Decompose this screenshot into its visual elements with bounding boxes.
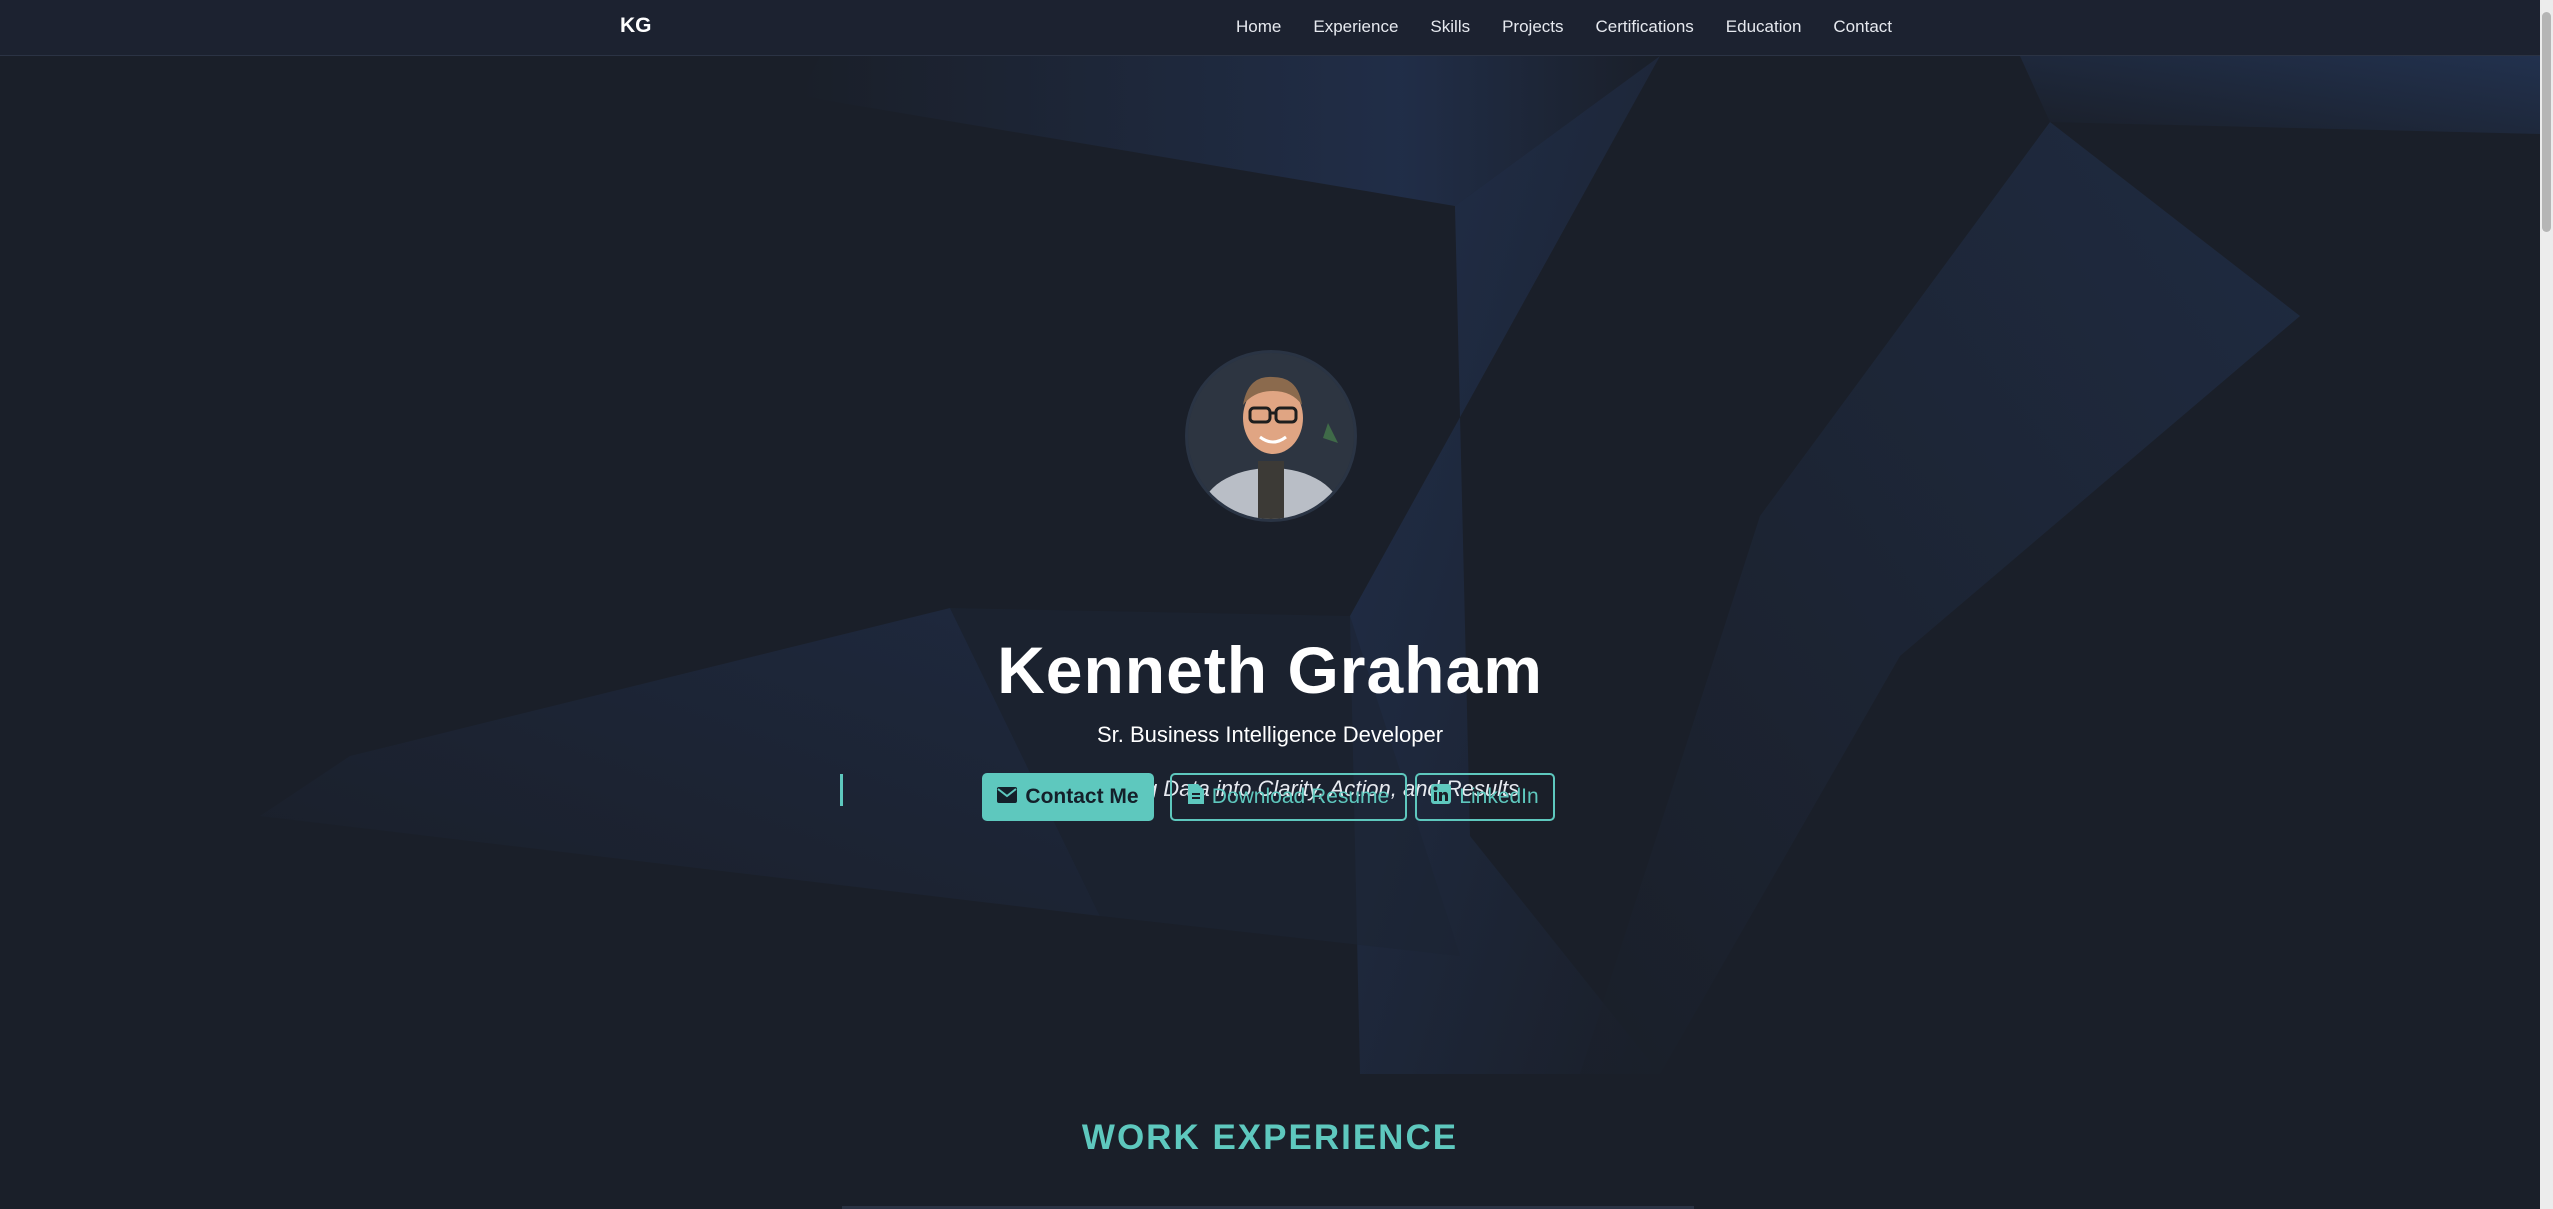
linkedin-button[interactable]: LinkedIn (1415, 773, 1555, 821)
nav-link-certifications[interactable]: Certifications (1596, 17, 1694, 37)
nav-link-contact[interactable]: Contact (1833, 17, 1892, 37)
nav-link-projects[interactable]: Projects (1502, 17, 1563, 37)
nav-link-education[interactable]: Education (1726, 17, 1802, 37)
file-icon (1187, 784, 1204, 810)
linkedin-icon (1431, 784, 1452, 810)
download-resume-button[interactable]: Download Resume (1170, 773, 1407, 821)
brand-logo[interactable]: KG (620, 14, 652, 38)
contact-me-button[interactable]: Contact Me (982, 773, 1154, 821)
hero-section: Kenneth Graham Sr. Business Intelligence… (0, 56, 2540, 1074)
hero-job-title: Sr. Business Intelligence Developer (1096, 722, 1444, 747)
work-experience-heading: WORK EXPERIENCE (1081, 1118, 1459, 1157)
hero-name: Kenneth Graham (997, 633, 1543, 707)
contact-me-label: Contact Me (1025, 785, 1139, 808)
profile-photo (1185, 350, 1357, 522)
download-resume-label: Download Resume (1211, 785, 1390, 808)
nav-links: Home Experience Skills Projects Certific… (1236, 17, 1892, 37)
envelope-icon (997, 785, 1018, 809)
navbar: KG Home Experience Skills Projects Certi… (0, 0, 2540, 56)
nav-link-skills[interactable]: Skills (1430, 17, 1470, 37)
typing-caret (840, 774, 843, 806)
scrollbar-thumb[interactable] (2542, 12, 2551, 232)
nav-link-experience[interactable]: Experience (1313, 17, 1398, 37)
nav-link-home[interactable]: Home (1236, 17, 1281, 37)
hero-background (260, 56, 2540, 1074)
linkedin-label: LinkedIn (1459, 785, 1539, 808)
